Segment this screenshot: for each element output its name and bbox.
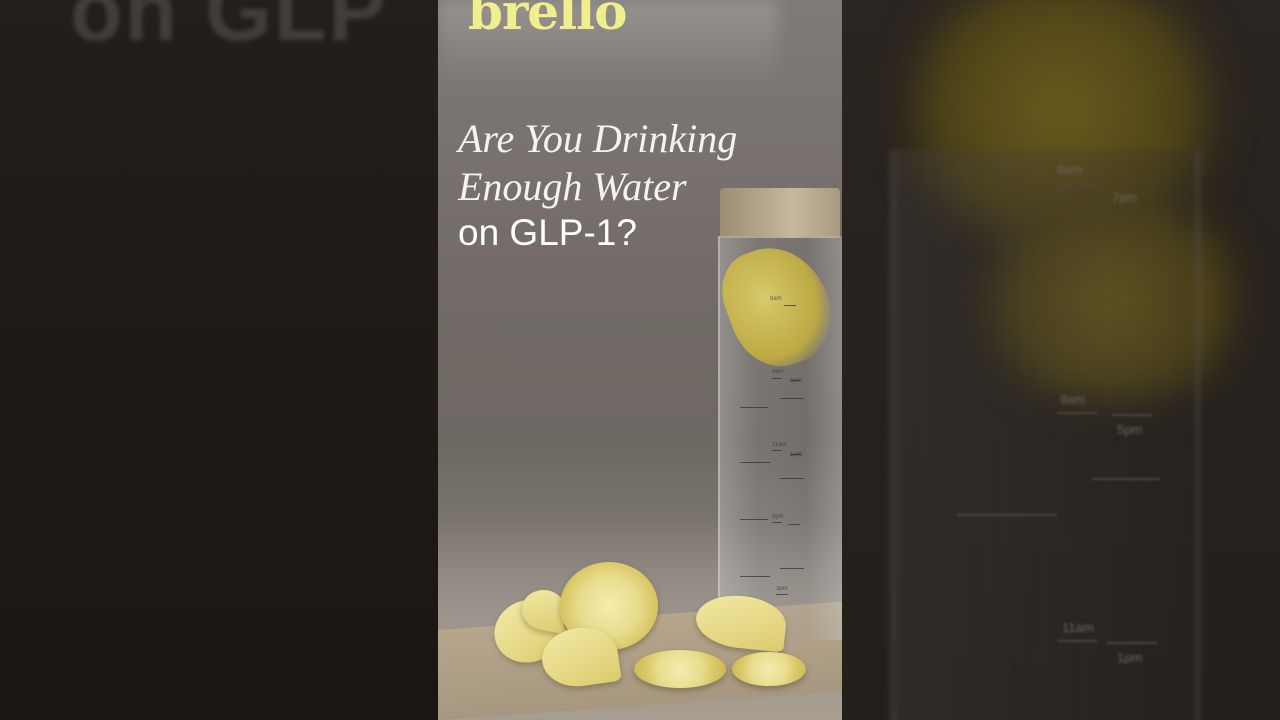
blurred-marking	[1057, 412, 1097, 414]
bottle-mark-label: 2pm	[772, 514, 784, 520]
bottle-mark-label: 9am	[772, 369, 784, 375]
ghost-headline-text: on GLP	[70, 0, 388, 59]
blurred-marking	[1057, 185, 1097, 187]
left-blurred-backdrop: on GLP	[0, 0, 438, 720]
bottle-mark	[772, 378, 782, 379]
bamboo-cap	[720, 188, 840, 238]
bottle-mark	[780, 478, 804, 479]
headline-line-1: Are You Drinking	[458, 116, 738, 161]
brello-logo: brello	[468, 0, 627, 41]
bottle-mark	[788, 524, 800, 525]
bottle-mark	[772, 450, 782, 451]
bottle-mark-label: 11am	[772, 442, 787, 448]
blurred-label: 11am	[1062, 620, 1094, 635]
lemon-slice	[732, 652, 806, 686]
bottle-mark	[784, 305, 796, 306]
water-bottle: 8am 9am 5pm 11am 1pm 2pm 3pm	[710, 188, 842, 640]
bottle-mark	[780, 568, 804, 569]
bottle-mark	[740, 407, 768, 408]
blurred-label: 5pm	[1117, 422, 1143, 437]
blurred-marking	[1112, 414, 1152, 416]
bottle-mark-label: 8am	[770, 296, 782, 302]
video-frame: 8am 9am 5pm 11am 1pm 2pm 3pm	[438, 0, 842, 720]
right-blurred-backdrop: 8am 7pm 9am 5pm 11am 1pm	[842, 0, 1280, 720]
bottle-mark-label: 3pm	[776, 586, 788, 592]
bottle-mark	[776, 594, 788, 595]
bottle-mark	[740, 462, 770, 463]
bottle-mark-label: 1pm	[790, 452, 802, 458]
bottle-mark-label: 5pm	[790, 378, 802, 384]
bottle-mark	[780, 398, 804, 399]
blurred-marking	[957, 514, 1057, 516]
bottle-mark	[740, 576, 770, 577]
blurred-label: 7pm	[1112, 190, 1138, 205]
blurred-label: 8am	[1057, 162, 1083, 177]
blurred-label: 1pm	[1117, 650, 1143, 665]
blurred-marking	[1092, 478, 1160, 480]
headline-line-2: Enough Water	[458, 164, 687, 209]
bottle-mark	[772, 522, 782, 523]
bottle-mark	[740, 519, 768, 520]
blurred-bottle	[890, 150, 1200, 720]
blurred-label: 9am	[1060, 392, 1086, 407]
blurred-marking	[1107, 642, 1157, 644]
lemon-slice	[634, 650, 726, 688]
blurred-marking	[1057, 640, 1097, 642]
headline-line-3: on GLP-1?	[458, 212, 637, 253]
